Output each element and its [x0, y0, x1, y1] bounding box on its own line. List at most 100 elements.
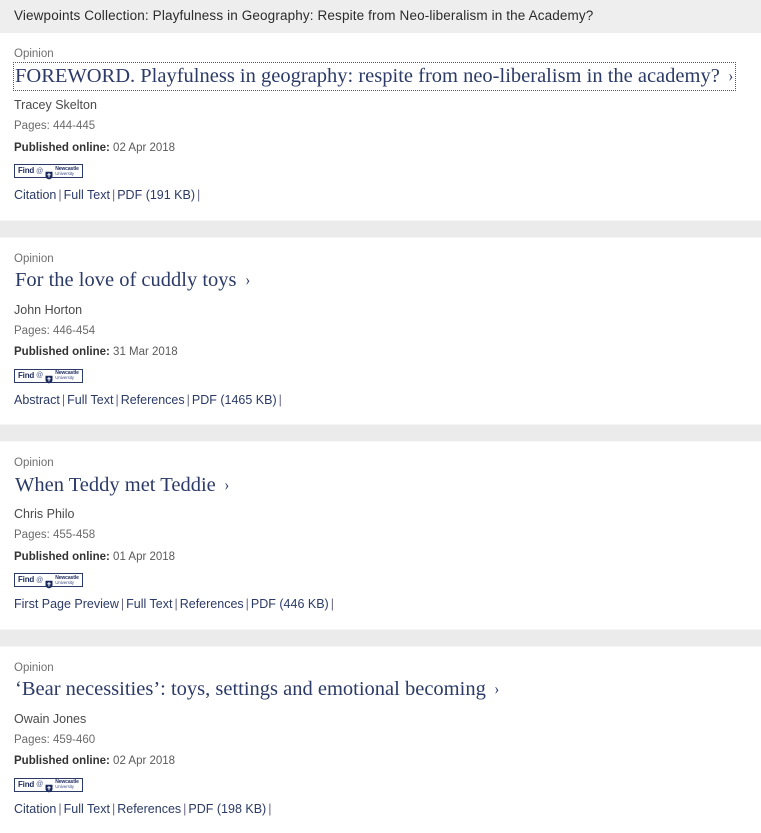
- link-separator: |: [112, 188, 115, 202]
- article-card: Opinion‘Bear necessities’: toys, setting…: [0, 647, 761, 833]
- article-pages: Pages: 446-454: [14, 324, 747, 340]
- card-separator: [0, 220, 761, 238]
- article-title-row: FOREWORD. Playfulness in geography: resp…: [14, 63, 747, 90]
- article-link[interactable]: Full Text: [126, 597, 172, 611]
- published-online-date: 02 Apr 2018: [113, 755, 175, 767]
- find-at-library-button[interactable]: Find@NewcastleUniversity: [14, 778, 83, 792]
- article-link[interactable]: Citation: [14, 802, 56, 816]
- chevron-right-icon: ›: [494, 679, 499, 699]
- find-at-library-button[interactable]: Find@NewcastleUniversity: [14, 573, 83, 587]
- article-authors: Tracey Skelton: [14, 97, 747, 114]
- link-separator: |: [115, 393, 118, 407]
- university-name-line2: University: [55, 581, 79, 586]
- article-pages: Pages: 455-458: [14, 528, 747, 544]
- article-link[interactable]: Citation: [14, 188, 56, 202]
- article-link[interactable]: References: [117, 802, 181, 816]
- find-at-library-button[interactable]: Find@NewcastleUniversity: [14, 369, 83, 383]
- article-link[interactable]: PDF (1465 KB): [192, 393, 277, 407]
- article-authors: John Horton: [14, 302, 747, 319]
- published-online-label: Published online:: [14, 755, 110, 767]
- university-name-line2: University: [55, 172, 79, 177]
- article-link[interactable]: Full Text: [64, 188, 110, 202]
- find-label: Find: [18, 372, 34, 380]
- article-type-label: Opinion: [14, 456, 747, 471]
- article-link[interactable]: Abstract: [14, 393, 60, 407]
- university-name-line2: University: [55, 376, 79, 381]
- article-link[interactable]: References: [121, 393, 185, 407]
- chevron-right-icon: ›: [728, 66, 733, 86]
- link-separator: |: [187, 393, 190, 407]
- university-name: NewcastleUniversity: [55, 780, 79, 790]
- link-separator: |: [183, 802, 186, 816]
- article-link[interactable]: References: [180, 597, 244, 611]
- article-title-link[interactable]: For the love of cuddly toys ›: [14, 267, 252, 294]
- university-crest-icon: [45, 167, 53, 176]
- article-action-links: Abstract|Full Text|References|PDF (1465 …: [14, 392, 747, 408]
- article-title-row: ‘Bear necessities’: toys, settings and e…: [14, 676, 747, 703]
- link-separator: |: [112, 802, 115, 816]
- find-it-badge-row: Find@NewcastleUniversity: [14, 565, 747, 587]
- article-title: FOREWORD. Playfulness in geography: resp…: [15, 65, 720, 87]
- article-link[interactable]: PDF (191 KB): [117, 188, 195, 202]
- link-separator: |: [58, 802, 61, 816]
- article-link[interactable]: PDF (446 KB): [251, 597, 329, 611]
- link-separator: |: [246, 597, 249, 611]
- published-online-date: 01 Apr 2018: [113, 551, 175, 563]
- article-card: Opinion For the love of cuddly toys › John …: [0, 238, 761, 425]
- article-title: ‘Bear necessities’: toys, settings and e…: [15, 678, 486, 700]
- at-symbol: @: [36, 781, 43, 788]
- article-title-link[interactable]: When Teddy met Teddie ›: [14, 472, 231, 499]
- article-link[interactable]: Full Text: [64, 802, 110, 816]
- article-card: Opinion When Teddy met Teddie › Chris Philo…: [0, 442, 761, 629]
- article-link[interactable]: PDF (198 KB): [188, 802, 266, 816]
- published-online-date: 02 Apr 2018: [113, 142, 175, 154]
- find-at-library-button[interactable]: Find@NewcastleUniversity: [14, 164, 83, 178]
- find-it-badge-row: Find@NewcastleUniversity: [14, 361, 747, 383]
- article-type-label: Opinion: [14, 252, 747, 267]
- article-action-links: First Page Preview|Full Text|References|…: [14, 596, 747, 612]
- article-card: Opinion FOREWORD. Playfulness in geograph…: [0, 33, 761, 220]
- published-online-label: Published online:: [14, 551, 110, 563]
- article-published-online: Published online: 01 Apr 2018: [14, 550, 747, 566]
- article-published-online: Published online: 02 Apr 2018: [14, 141, 747, 157]
- published-online-date: 31 Mar 2018: [113, 346, 178, 358]
- university-crest-icon: [45, 780, 53, 789]
- link-separator: |: [174, 597, 177, 611]
- article-title: When Teddy met Teddie: [15, 474, 216, 496]
- link-separator: |: [121, 597, 124, 611]
- card-separator: [0, 424, 761, 442]
- university-name-line2: University: [55, 785, 79, 790]
- university-crest-icon: [45, 371, 53, 380]
- article-title-row: When Teddy met Teddie ›: [14, 472, 747, 499]
- article-link[interactable]: Full Text: [67, 393, 113, 407]
- article-link[interactable]: First Page Preview: [14, 597, 119, 611]
- article-title: For the love of cuddly toys: [15, 269, 237, 291]
- article-title-row: For the love of cuddly toys ›: [14, 267, 747, 294]
- collection-title: Viewpoints Collection: Playfulness in Ge…: [14, 8, 593, 24]
- article-published-online: Published online: 02 Apr 2018: [14, 754, 747, 770]
- article-title-link[interactable]: ‘Bear necessities’: toys, settings and e…: [14, 676, 502, 703]
- link-separator: |: [331, 597, 334, 611]
- article-published-online: Published online: 31 Mar 2018: [14, 345, 747, 361]
- find-label: Find: [18, 167, 34, 175]
- link-separator: |: [197, 188, 200, 202]
- university-name: NewcastleUniversity: [55, 371, 79, 381]
- at-symbol: @: [36, 577, 43, 584]
- article-action-links: Citation|Full Text|PDF (191 KB)|: [14, 187, 747, 203]
- link-separator: |: [268, 802, 271, 816]
- published-online-label: Published online:: [14, 346, 110, 358]
- link-separator: |: [58, 188, 61, 202]
- link-separator: |: [279, 393, 282, 407]
- link-separator: |: [62, 393, 65, 407]
- chevron-right-icon: ›: [245, 270, 250, 290]
- find-it-badge-row: Find@NewcastleUniversity: [14, 770, 747, 792]
- article-list: Opinion FOREWORD. Playfulness in geograph…: [0, 33, 761, 833]
- article-authors: Chris Philo: [14, 506, 747, 523]
- published-online-label: Published online:: [14, 142, 110, 154]
- at-symbol: @: [36, 168, 43, 175]
- collection-header: Viewpoints Collection: Playfulness in Ge…: [0, 0, 761, 33]
- article-type-label: Opinion: [14, 47, 747, 62]
- article-title-link[interactable]: FOREWORD. Playfulness in geography: resp…: [14, 63, 735, 90]
- chevron-right-icon: ›: [224, 475, 229, 495]
- article-pages: Pages: 459-460: [14, 733, 747, 749]
